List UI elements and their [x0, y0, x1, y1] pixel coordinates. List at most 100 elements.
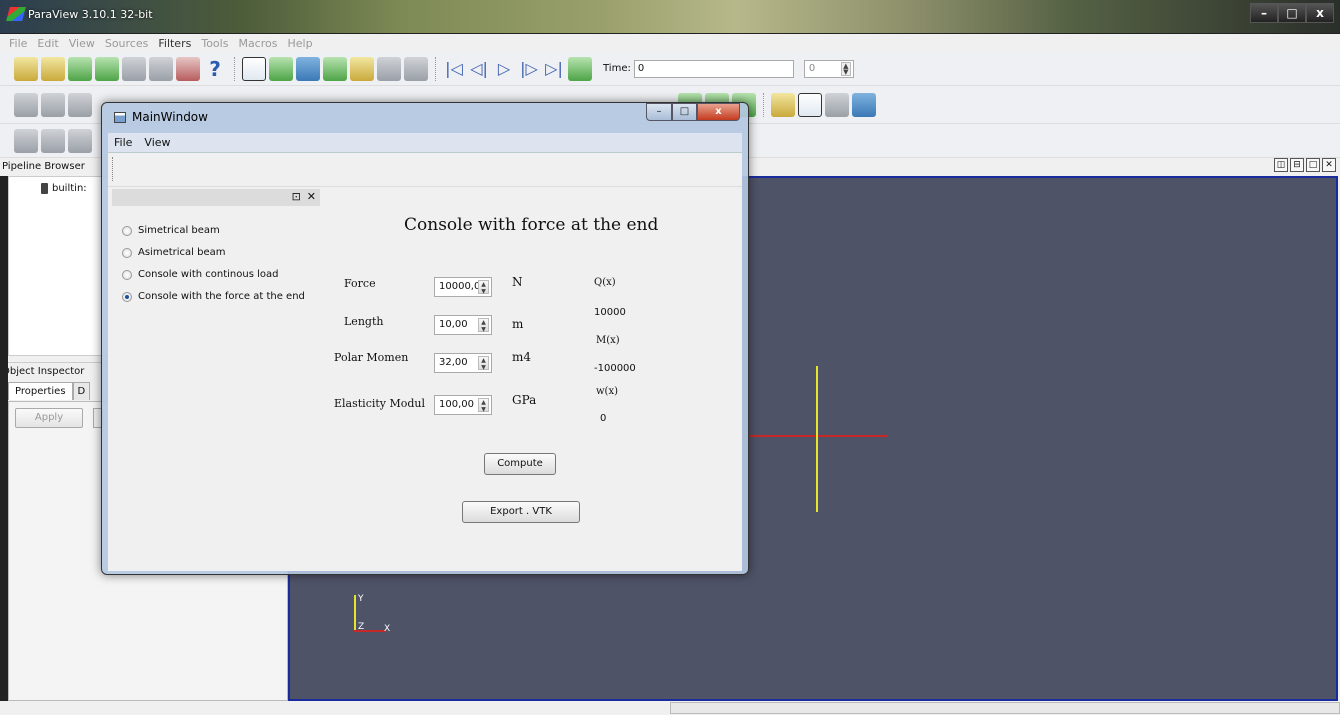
radio-indicator[interactable] — [122, 269, 132, 280]
reset-center-icon[interactable] — [771, 92, 795, 117]
toolbar-grip[interactable] — [112, 157, 114, 181]
length-spinbox[interactable]: 10,00 ▲ ▼ — [434, 315, 492, 335]
server-label: builtin: — [52, 183, 87, 194]
menu-tools[interactable]: Tools — [196, 34, 233, 52]
pick-center-icon[interactable] — [825, 92, 849, 117]
time-step-spinbox[interactable]: 0 ▲ ▼ — [803, 59, 854, 78]
elasticity-value: 100,00 — [439, 399, 474, 410]
radio-simetrical-beam[interactable]: Simetrical beam — [122, 225, 220, 236]
maximize-button[interactable]: □ — [1278, 3, 1306, 23]
spin-arrows-icon[interactable]: ▲ ▼ — [840, 61, 851, 76]
open-recent-icon[interactable] — [41, 56, 65, 81]
apply-label: Apply — [34, 412, 64, 423]
color-map-icon[interactable] — [14, 92, 38, 117]
select-cells-icon[interactable] — [269, 56, 293, 81]
last-frame-icon[interactable]: ▷| — [543, 59, 565, 78]
force-spinbox[interactable]: 10000,0( ▲ ▼ — [434, 277, 492, 297]
show-center-icon[interactable] — [798, 92, 822, 117]
split-vertical-icon[interactable]: ⊟ — [1290, 158, 1304, 172]
dialog-maximize-button[interactable]: □ — [672, 103, 697, 121]
horizontal-scrollbar[interactable] — [670, 702, 1340, 714]
panel-border — [0, 176, 8, 701]
orientation-axis-y — [354, 595, 356, 630]
radio-indicator[interactable] — [122, 247, 132, 258]
interact-icon[interactable] — [242, 56, 266, 81]
open-file-icon[interactable] — [14, 56, 38, 81]
radio-console-continous-load[interactable]: Console with continous load — [122, 269, 278, 280]
menu-macros[interactable]: Macros — [233, 34, 282, 52]
dialog-titlebar: MainWindow — [114, 110, 208, 124]
radio-asimetrical-beam[interactable]: Asimetrical beam — [122, 247, 226, 258]
connect-icon[interactable] — [68, 56, 92, 81]
reset-session-icon[interactable] — [176, 56, 200, 81]
radio-indicator[interactable] — [122, 225, 132, 236]
menu-filters[interactable]: Filters — [153, 34, 196, 52]
select-frustum-icon[interactable] — [323, 56, 347, 81]
apply-button[interactable]: Apply — [15, 408, 83, 428]
menu-file[interactable]: File — [4, 34, 32, 52]
toolbar-separator — [234, 56, 235, 81]
disconnect-icon[interactable] — [95, 56, 119, 81]
loop-icon[interactable] — [568, 56, 592, 81]
spin-arrows-icon[interactable]: ▲ ▼ — [478, 356, 489, 371]
first-frame-icon[interactable]: |◁ — [443, 59, 465, 78]
previous-frame-icon[interactable]: ◁| — [468, 59, 490, 78]
center-axis-x — [748, 435, 888, 437]
spin-arrows-icon[interactable]: ▲ ▼ — [478, 318, 489, 333]
compute-button[interactable]: Compute — [484, 453, 556, 475]
radio-indicator[interactable] — [122, 291, 132, 302]
menu-help[interactable]: Help — [282, 34, 317, 52]
dialog-window-controls: – □ x — [646, 103, 740, 121]
radio-label: Console with the force at the end — [138, 291, 305, 302]
dialog-menu-view[interactable]: View — [144, 133, 170, 152]
toolbar-separator — [435, 56, 436, 81]
select-block-icon[interactable] — [350, 56, 374, 81]
length-value: 10,00 — [439, 319, 468, 330]
float-dock-icon[interactable]: ⊡ — [292, 190, 301, 203]
toolbar-separator — [763, 92, 764, 117]
close-view-icon[interactable]: ✕ — [1322, 158, 1336, 172]
dialog-close-button[interactable]: x — [697, 103, 740, 121]
export-vtk-button[interactable]: Export . VTK — [462, 501, 580, 523]
clip-icon[interactable] — [68, 128, 92, 153]
close-dock-icon[interactable]: ✕ — [307, 190, 316, 203]
dialog-menu-file[interactable]: File — [114, 133, 132, 152]
play-icon[interactable]: ▷ — [493, 59, 515, 78]
rotate-camera-icon[interactable] — [852, 92, 876, 117]
menu-view[interactable]: View — [64, 34, 100, 52]
lookup-table-icon[interactable] — [41, 92, 65, 117]
menu-sources[interactable]: Sources — [100, 34, 154, 52]
elasticity-spinbox[interactable]: 100,00 ▲ ▼ — [434, 395, 492, 415]
spin-arrows-icon[interactable]: ▲ ▼ — [478, 398, 489, 413]
next-frame-icon[interactable]: |▷ — [518, 59, 540, 78]
time-input[interactable]: 0 — [633, 59, 794, 78]
redo-icon[interactable] — [149, 56, 173, 81]
undo-icon[interactable] — [122, 56, 146, 81]
calculator-icon[interactable] — [14, 128, 38, 153]
help-icon[interactable]: ? — [203, 57, 227, 81]
select-points-icon[interactable] — [296, 56, 320, 81]
split-horizontal-icon[interactable]: ◫ — [1274, 158, 1288, 172]
object-inspector-tabs: Properties D — [8, 382, 91, 400]
length-label: Length — [344, 315, 384, 328]
radio-console-force-end[interactable]: Console with the force at the end — [122, 291, 305, 302]
dialog-client-area: ⊡ ✕ Simetrical beam Asimetrical beam Con… — [108, 153, 742, 571]
contour-icon[interactable] — [41, 128, 65, 153]
clear-selection-icon[interactable] — [404, 56, 428, 81]
tab-properties[interactable]: Properties — [8, 382, 73, 400]
polar-moment-spinbox[interactable]: 32,00 ▲ ▼ — [434, 353, 492, 373]
maximize-view-icon[interactable]: □ — [1306, 158, 1320, 172]
w-value: 0 — [600, 413, 607, 424]
menu-edit[interactable]: Edit — [32, 34, 63, 52]
spin-arrows-icon[interactable]: ▲ ▼ — [478, 280, 489, 295]
dialog-minimize-button[interactable]: – — [646, 103, 672, 121]
rescale-icon[interactable] — [68, 92, 92, 117]
pipeline-server-item[interactable]: builtin: — [41, 183, 87, 194]
tab-display[interactable]: D — [72, 382, 91, 400]
polar-moment-label: Polar Momen — [334, 351, 409, 364]
radio-label: Simetrical beam — [138, 225, 220, 236]
select-polygon-icon[interactable] — [377, 56, 401, 81]
close-button[interactable]: x — [1306, 3, 1334, 23]
force-unit: N — [512, 275, 523, 289]
minimize-button[interactable]: – — [1250, 3, 1278, 23]
